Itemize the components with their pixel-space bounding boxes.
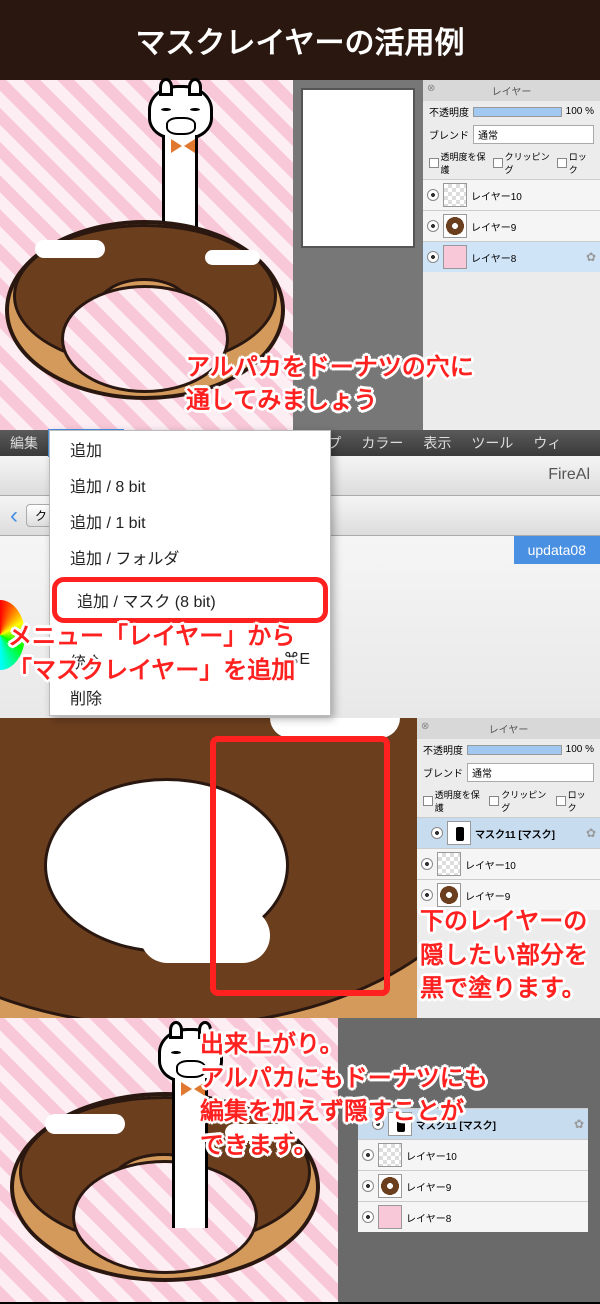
layer-item[interactable]: レイヤー9 (358, 1170, 588, 1201)
menu-add-folder[interactable]: 追加 / フォルダ (50, 539, 330, 575)
close-icon[interactable]: ⊗ (427, 83, 435, 94)
layer-thumbnail (437, 852, 461, 876)
opacity-slider[interactable] (473, 107, 562, 117)
canvas-closeup (0, 718, 417, 1018)
layer-thumbnail (378, 1174, 402, 1198)
protect-alpha-checkbox[interactable] (429, 158, 439, 168)
opacity-value: 100 % (566, 106, 594, 117)
lock-checkbox[interactable] (556, 796, 566, 806)
visibility-icon[interactable] (362, 1180, 374, 1192)
blend-label: ブレンド (423, 765, 463, 780)
visibility-icon[interactable] (421, 889, 433, 901)
menu-tool[interactable]: ツール (461, 429, 523, 457)
section-3: ⊗レイヤー 不透明度 100 % ブレンド 通常 透明度を保護 クリッピング ロ… (0, 718, 600, 1018)
opacity-label: 不透明度 (429, 104, 469, 119)
menu-window[interactable]: ウィ (523, 429, 571, 457)
protect-alpha-checkbox[interactable] (423, 796, 433, 806)
menu-color[interactable]: カラー (351, 429, 413, 457)
visibility-icon[interactable] (362, 1211, 374, 1223)
caption-1: アルパカをドーナツの穴に 通してみましょう (186, 351, 474, 418)
layer-thumbnail (437, 883, 461, 907)
panel-title: ⊗レイヤー (423, 80, 600, 101)
navigator-preview (301, 88, 415, 248)
caption-3: 下のレイヤーの 隠したい部分を 黒で塗ります。 (420, 905, 588, 1006)
visibility-icon[interactable] (427, 220, 439, 232)
layer-thumbnail (443, 214, 467, 238)
layer-item[interactable]: レイヤー10 (423, 179, 600, 210)
opacity-label: 不透明度 (423, 742, 463, 757)
blend-select[interactable]: 通常 (473, 125, 594, 144)
visibility-icon[interactable] (427, 189, 439, 201)
app-name: FireAl (548, 466, 590, 484)
gear-icon[interactable]: ✿ (586, 826, 596, 840)
lock-checkbox[interactable] (557, 158, 567, 168)
clipping-checkbox[interactable] (493, 158, 503, 168)
layer-item[interactable]: レイヤー10 (417, 848, 600, 879)
opacity-slider[interactable] (467, 745, 562, 755)
menu-add-8bit[interactable]: 追加 / 8 bit (50, 467, 330, 503)
caption-2: メニュー「レイヤー」から 「マスクレイヤー」を追加 (8, 620, 295, 687)
blend-label: ブレンド (429, 127, 469, 142)
blend-select[interactable]: 通常 (467, 763, 594, 782)
menu-edit[interactable]: 編集 (0, 429, 48, 457)
layer-item-mask[interactable]: マスク11 [マスク] ✿ (417, 817, 600, 848)
close-icon[interactable]: ⊗ (421, 721, 429, 732)
back-icon[interactable]: ‹ (10, 502, 18, 530)
menu-add-1bit[interactable]: 追加 / 1 bit (50, 503, 330, 539)
layer-thumbnail (378, 1205, 402, 1229)
page-title: マスクレイヤーの活用例 (0, 0, 600, 80)
highlight-box (210, 736, 390, 996)
section-4: マスク11 [マスク] ✿ レイヤー10 レイヤー9 レイヤー8 (0, 1018, 600, 1302)
panel-title: ⊗レイヤー (417, 718, 600, 739)
clipping-checkbox[interactable] (489, 796, 499, 806)
gear-icon[interactable]: ✿ (586, 250, 596, 264)
layer-thumbnail (443, 245, 467, 269)
gear-icon[interactable]: ✿ (574, 1117, 584, 1131)
caption-4: 出来上がり。 アルパカにもドーナツにも 編集を加えず隠すことが できます。 (200, 1028, 488, 1162)
layer-item[interactable]: レイヤー8 (358, 1201, 588, 1232)
menu-add-mask[interactable]: 追加 / マスク (8 bit) (52, 577, 328, 623)
layer-thumbnail (447, 821, 471, 845)
menu-add[interactable]: 追加 (50, 431, 330, 467)
opacity-value: 100 % (566, 744, 594, 755)
visibility-icon[interactable] (427, 251, 439, 263)
layer-item[interactable]: レイヤー8 ✿ (423, 241, 600, 272)
menu-view[interactable]: 表示 (413, 429, 461, 457)
visibility-icon[interactable] (431, 827, 443, 839)
layer-item[interactable]: レイヤー9 (423, 210, 600, 241)
layer-thumbnail (443, 183, 467, 207)
visibility-icon[interactable] (421, 858, 433, 870)
section-1: ⊗レイヤー 不透明度 100 % ブレンド 通常 透明度を保護 クリッピング ロ… (0, 80, 600, 430)
document-tab[interactable]: updata08 (514, 536, 600, 564)
section-2: 編集 レイヤー フィルタ 選択範囲 スナップ カラー 表示 ツール ウィ Fir… (0, 430, 600, 718)
